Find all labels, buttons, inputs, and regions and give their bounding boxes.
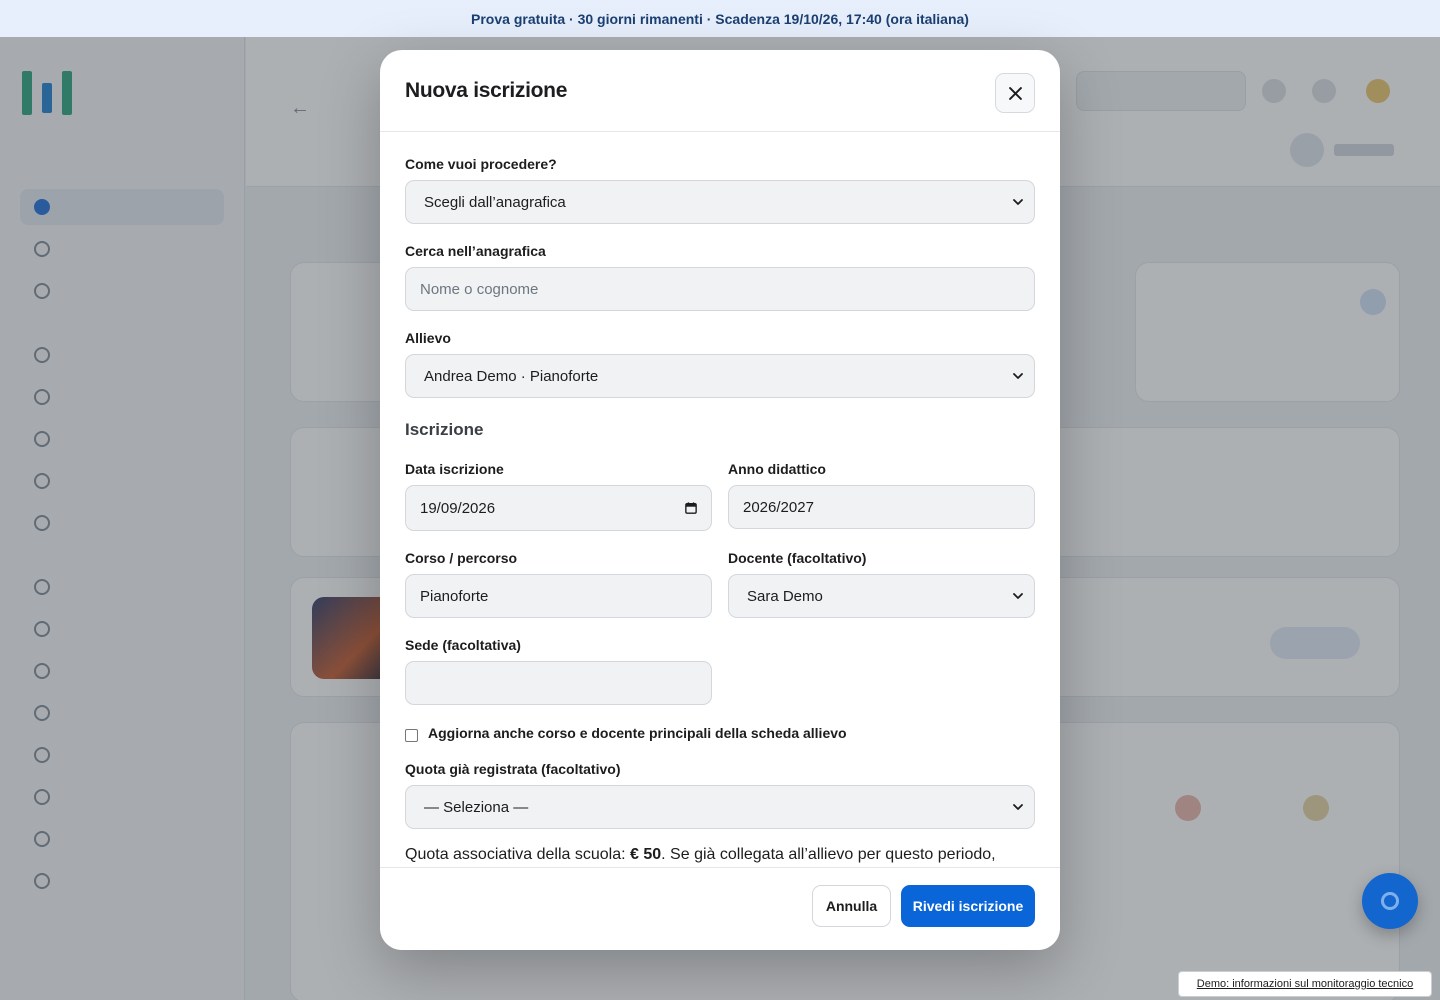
teacher-select[interactable]: Sara Demo [728, 574, 1035, 618]
assistant-icon [1381, 892, 1399, 910]
fee-info-amount: € 50 [630, 846, 662, 863]
course-label: Corso / percorso [405, 550, 518, 566]
course-value: Pianoforte [420, 587, 489, 605]
fee-info-prefix: Quota associativa della scuola: [405, 846, 631, 863]
student-select-value: Andrea Demo · Pianoforte [424, 367, 599, 385]
update-profile-checkbox-label[interactable]: Aggiorna anche corso e docente principal… [428, 725, 847, 741]
school-year-input[interactable]: 2026/2027 [728, 485, 1035, 529]
fee-label: Quota già registrata (facoltativo) [405, 761, 621, 777]
review-enrollment-button[interactable]: Rivedi iscrizione [901, 885, 1035, 927]
chevron-down-icon [1013, 804, 1023, 810]
search-input[interactable]: Nome o cognome [405, 267, 1035, 311]
location-label: Sede (facoltativa) [405, 637, 521, 653]
search-label: Cerca nell’anagrafica [405, 243, 546, 259]
close-button[interactable] [995, 73, 1035, 113]
course-input[interactable]: Pianoforte [405, 574, 712, 618]
trial-banner: Prova gratuita · 30 giorni rimanenti · S… [0, 0, 1440, 37]
chevron-down-icon [1013, 593, 1023, 599]
school-year-label: Anno didattico [728, 461, 826, 477]
demo-monitoring-link[interactable]: Demo: informazioni sul monitoraggio tecn… [1178, 971, 1432, 997]
enrollment-section-title: Iscrizione [405, 420, 484, 439]
enrollment-date-label: Data iscrizione [405, 461, 504, 477]
modal-body: Come vuoi procedere? Scegli dall’anagraf… [380, 132, 1060, 867]
cancel-button[interactable]: Annulla [812, 885, 891, 927]
calendar-icon[interactable] [685, 502, 697, 514]
fee-select-value: — Seleziona — [424, 798, 529, 816]
assistant-fab[interactable] [1362, 873, 1418, 929]
teacher-select-value: Sara Demo [747, 587, 823, 605]
procedure-select[interactable]: Scegli dall’anagrafica [405, 180, 1035, 224]
student-select[interactable]: Andrea Demo · Pianoforte [405, 354, 1035, 398]
close-icon [1008, 86, 1022, 100]
location-input[interactable] [405, 661, 712, 705]
procedure-label: Come vuoi procedere? [405, 156, 557, 172]
procedure-select-value: Scegli dall’anagrafica [424, 193, 566, 211]
enrollment-date-input[interactable]: 19/09/2026 [405, 485, 712, 531]
modal-title: Nuova iscrizione [405, 78, 568, 102]
fee-select[interactable]: — Seleziona — [405, 785, 1035, 829]
school-year-value: 2026/2027 [743, 498, 814, 516]
trial-banner-text: Prova gratuita · 30 giorni rimanenti · S… [471, 10, 969, 27]
chevron-down-icon [1013, 199, 1023, 205]
enrollment-date-value: 19/09/2026 [420, 499, 496, 517]
student-label: Allievo [405, 330, 451, 346]
update-profile-checkbox[interactable] [405, 729, 418, 742]
fee-info-text: Quota associativa della scuola: € 50. Se… [405, 844, 1035, 866]
chevron-down-icon [1013, 373, 1023, 379]
teacher-label: Docente (facoltativo) [728, 550, 867, 566]
new-enrollment-modal: Nuova iscrizione Come vuoi procedere? Sc… [380, 50, 1060, 950]
fee-info-suffix: . Se già collegata all’allievo per quest… [661, 846, 996, 863]
modal-footer: Annulla Rivedi iscrizione [380, 867, 1060, 950]
modal-header: Nuova iscrizione [380, 50, 1060, 132]
search-placeholder: Nome o cognome [420, 280, 539, 298]
